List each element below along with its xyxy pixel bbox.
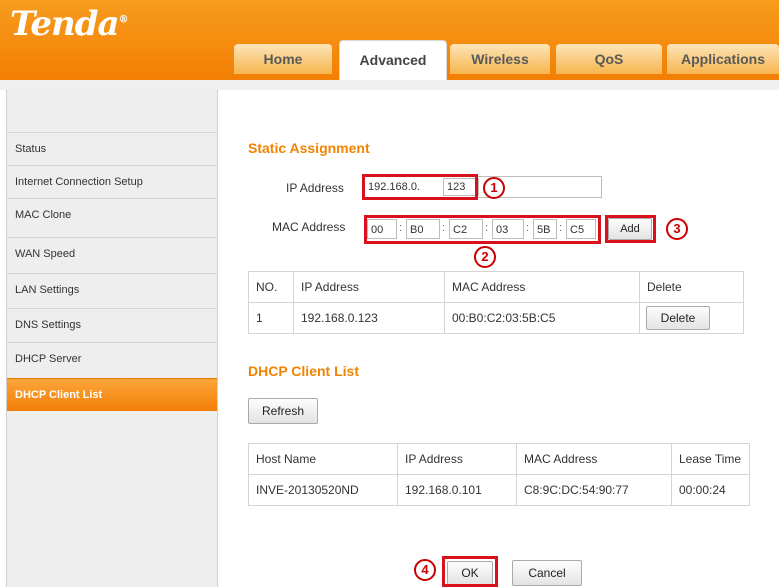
- mac-address-label: MAC Address: [272, 220, 346, 234]
- cell-ip: 192.168.0.123: [293, 302, 445, 334]
- header-bar: Tenda® Home Advanced Wireless QoS Applic…: [0, 0, 779, 81]
- header-cell: MAC Address: [516, 443, 672, 475]
- tenda-logo: Tenda®: [10, 4, 129, 44]
- delete-button[interactable]: Delete: [646, 306, 710, 330]
- tab-applications[interactable]: Applications: [667, 44, 779, 74]
- header-cell: Delete: [639, 271, 744, 303]
- annotation-4: 4: [414, 559, 436, 581]
- table-header-row: NO. IP Address MAC Address Delete: [248, 271, 744, 303]
- cell-no: 1: [248, 302, 294, 334]
- cell-delete: Delete: [639, 302, 744, 334]
- annotation-2: 2: [474, 246, 496, 268]
- logo-text: Tenda: [10, 4, 120, 44]
- static-assignment-title: Static Assignment: [248, 140, 370, 156]
- ip-address-label: IP Address: [286, 181, 344, 195]
- refresh-button[interactable]: Refresh: [248, 398, 318, 424]
- sidebar-item-dhcp-client-list[interactable]: DHCP Client List: [7, 378, 217, 411]
- dhcp-client-list-title: DHCP Client List: [248, 363, 359, 379]
- highlight-box-mac: [364, 215, 601, 244]
- tab-qos[interactable]: QoS: [556, 44, 662, 74]
- header-cell: MAC Address: [444, 271, 640, 303]
- table-header-row: Host Name IP Address MAC Address Lease T…: [248, 443, 750, 475]
- static-assignment-table: NO. IP Address MAC Address Delete 1 192.…: [248, 271, 744, 334]
- sidebar-item-lan-settings[interactable]: LAN Settings: [7, 273, 217, 306]
- header-cell: IP Address: [293, 271, 445, 303]
- table-row: 1 192.168.0.123 00:B0:C2:03:5B:C5 Delete: [248, 302, 744, 334]
- annotation-1: 1: [483, 177, 505, 199]
- tab-wireless[interactable]: Wireless: [450, 44, 550, 74]
- header-divider: [0, 80, 779, 90]
- cell-lease: 00:00:24: [671, 474, 750, 506]
- header-cell: Host Name: [248, 443, 398, 475]
- cancel-button[interactable]: Cancel: [512, 560, 582, 586]
- header-cell: Lease Time: [671, 443, 750, 475]
- cell-host: INVE-20130520ND: [248, 474, 398, 506]
- table-row: INVE-20130520ND 192.168.0.101 C8:9C:DC:5…: [248, 474, 750, 506]
- highlight-box-add: [605, 215, 656, 243]
- cell-mac: 00:B0:C2:03:5B:C5: [444, 302, 640, 334]
- tab-home[interactable]: Home: [234, 44, 332, 74]
- sidebar-item-internet-connection-setup[interactable]: Internet Connection Setup: [7, 165, 217, 198]
- cell-ip: 192.168.0.101: [397, 474, 517, 506]
- sidebar-item-status[interactable]: Status: [7, 132, 217, 165]
- highlight-box-ip: [362, 174, 478, 200]
- sidebar-item-mac-clone[interactable]: MAC Clone: [7, 198, 217, 231]
- annotation-3: 3: [666, 218, 688, 240]
- tab-advanced[interactable]: Advanced: [339, 40, 447, 81]
- sidebar-item-wan-speed[interactable]: WAN Speed: [7, 237, 217, 270]
- sidebar-item-dhcp-server[interactable]: DHCP Server: [7, 342, 217, 375]
- logo-registered-mark: ®: [118, 14, 129, 26]
- highlight-box-ok: [442, 556, 498, 587]
- header-cell: NO.: [248, 271, 294, 303]
- dhcp-client-table: Host Name IP Address MAC Address Lease T…: [248, 443, 750, 506]
- cell-mac: C8:9C:DC:54:90:77: [516, 474, 672, 506]
- sidebar: Status Internet Connection Setup MAC Clo…: [6, 90, 218, 587]
- header-cell: IP Address: [397, 443, 517, 475]
- sidebar-item-dns-settings[interactable]: DNS Settings: [7, 308, 217, 341]
